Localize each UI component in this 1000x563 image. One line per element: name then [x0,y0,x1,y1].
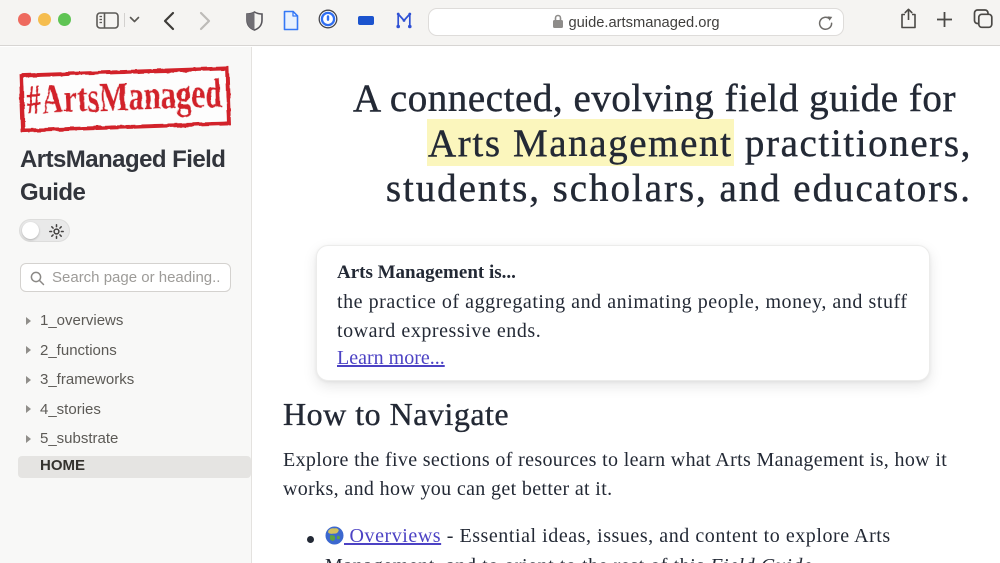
svg-text:#ArtsManaged: #ArtsManaged [25,70,223,123]
